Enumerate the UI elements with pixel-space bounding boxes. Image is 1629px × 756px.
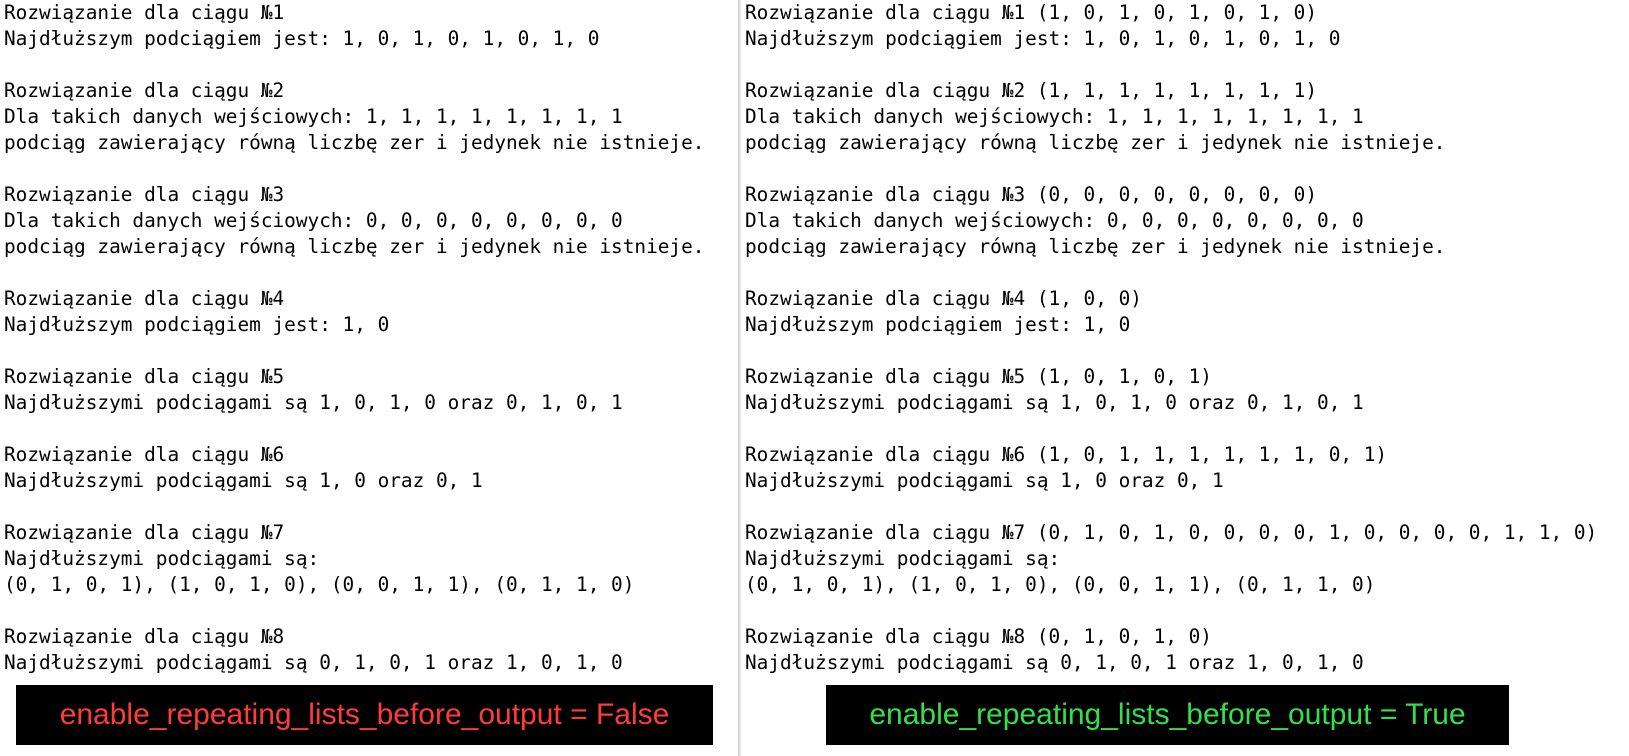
solution-header-line: Rozwiązanie dla ciągu №7 (4, 521, 285, 544)
solution-header-line: Rozwiązanie dla ciągu №5 (1, 0, 1, 0, 1) (745, 365, 1212, 388)
solution-result-line: Najdłuższym podciągiem jest: 1, 0, 1, 0,… (4, 27, 600, 50)
solution-result-line: Najdłuższymi podciągami są 1, 0, 1, 0 or… (4, 391, 623, 414)
solution-result-line: Dla takich danych wejściowych: 0, 0, 0, … (745, 209, 1364, 232)
console-output-right: Rozwiązanie dla ciągu №1 (1, 0, 1, 0, 1,… (741, 0, 1629, 756)
solution-header-line: Rozwiązanie dla ciągu №1 (4, 1, 285, 24)
solution-result-line: Najdłuższymi podciągami są 1, 0 oraz 0, … (4, 469, 483, 492)
solution-result-line: podciąg zawierający równą liczbę zer i j… (4, 235, 705, 258)
solution-header-line: Rozwiązanie dla ciągu №6 (4, 443, 285, 466)
solution-result-line: Dla takich danych wejściowych: 1, 1, 1, … (745, 105, 1364, 128)
solution-result-line: Najdłuższymi podciągami są 0, 1, 0, 1 or… (745, 651, 1364, 674)
solution-result-line: (0, 1, 0, 1), (1, 0, 1, 0), (0, 0, 1, 1)… (4, 573, 635, 596)
solution-result-line: Najdłuższymi podciągami są 0, 1, 0, 1 or… (4, 651, 623, 674)
solution-result-line: Dla takich danych wejściowych: 0, 0, 0, … (4, 209, 623, 232)
solution-result-line: Najdłuższymi podciągami są: (745, 547, 1061, 570)
solution-result-line: Najdłuższymi podciągami są 1, 0, 1, 0 or… (745, 391, 1364, 414)
solution-result-line: Najdłuższym podciągiem jest: 1, 0, 1, 0,… (745, 27, 1341, 50)
solution-result-line: Najdłuższymi podciągami są: (4, 547, 320, 570)
flag-banner-true: enable_repeating_lists_before_output = T… (826, 685, 1509, 745)
flag-banner-false: enable_repeating_lists_before_output = F… (16, 685, 713, 745)
solution-header-line: Rozwiązanie dla ciągu №8 (4, 625, 285, 648)
solution-result-line: Najdłuższym podciągiem jest: 1, 0 (4, 313, 390, 336)
solution-header-line: Rozwiązanie dla ciągu №2 (4, 79, 285, 102)
solution-result-line: podciąg zawierający równą liczbę zer i j… (4, 131, 705, 154)
solution-header-line: Rozwiązanie dla ciągu №4 (1, 0, 0) (745, 287, 1142, 310)
solution-header-line: Rozwiązanie dla ciągu №3 (4, 183, 285, 206)
solution-result-line: Dla takich danych wejściowych: 1, 1, 1, … (4, 105, 623, 128)
solution-header-line: Rozwiązanie dla ciągu №2 (1, 1, 1, 1, 1,… (745, 79, 1318, 102)
solution-result-line: podciąg zawierający równą liczbę zer i j… (745, 235, 1446, 258)
solution-result-line: Najdłuższym podciągiem jest: 1, 0 (745, 313, 1131, 336)
solution-header-line: Rozwiązanie dla ciągu №5 (4, 365, 285, 388)
solution-result-line: Najdłuższymi podciągami są 1, 0 oraz 0, … (745, 469, 1224, 492)
console-text-right: Rozwiązanie dla ciągu №1 (1, 0, 1, 0, 1,… (745, 0, 1597, 676)
solution-header-line: Rozwiązanie dla ciągu №8 (0, 1, 0, 1, 0) (745, 625, 1212, 648)
solution-header-line: Rozwiązanie dla ciągu №1 (1, 0, 1, 0, 1,… (745, 1, 1318, 24)
solution-result-line: (0, 1, 0, 1), (1, 0, 1, 0), (0, 0, 1, 1)… (745, 573, 1376, 596)
console-output-left: Rozwiązanie dla ciągu №1 Najdłuższym podc… (0, 0, 738, 756)
solution-header-line: Rozwiązanie dla ciągu №7 (0, 1, 0, 1, 0,… (745, 521, 1598, 544)
solution-result-line: podciąg zawierający równą liczbę zer i j… (745, 131, 1446, 154)
solution-header-line: Rozwiązanie dla ciągu №6 (1, 0, 1, 1, 1,… (745, 443, 1388, 466)
console-text-left: Rozwiązanie dla ciągu №1 Najdłuższym podc… (4, 0, 704, 676)
solution-header-line: Rozwiązanie dla ciągu №3 (0, 0, 0, 0, 0,… (745, 183, 1318, 206)
solution-header-line: Rozwiązanie dla ciągu №4 (4, 287, 285, 310)
